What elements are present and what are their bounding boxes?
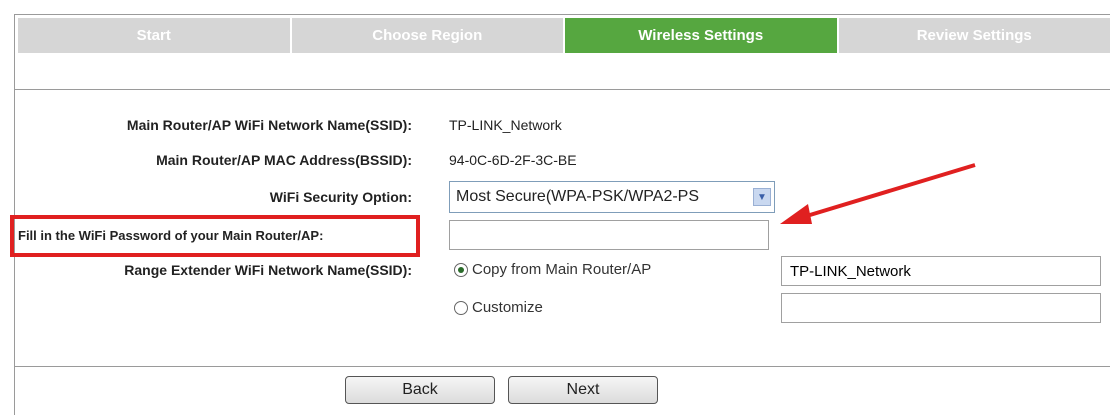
customize-radio[interactable] <box>454 301 468 315</box>
extender-ssid-label: Range Extender WiFi Network Name(SSID): <box>124 262 412 278</box>
customize-ssid-input[interactable] <box>781 293 1101 323</box>
ssid-value: TP-LINK_Network <box>449 117 562 133</box>
tab-wireless-settings: Wireless Settings <box>565 18 839 53</box>
back-button[interactable]: Back <box>345 376 495 404</box>
tab-choose-region: Choose Region <box>292 18 566 53</box>
chevron-down-icon[interactable]: ▼ <box>753 188 771 206</box>
copy-from-main-label[interactable]: Copy from Main Router/AP <box>472 261 651 278</box>
tab-start: Start <box>18 18 292 53</box>
security-option-select[interactable]: Most Secure(WPA-PSK/WPA2-PS ▼ <box>449 181 775 213</box>
security-option-label: WiFi Security Option: <box>270 189 412 205</box>
copy-ssid-input[interactable] <box>781 256 1101 286</box>
header-divider <box>14 89 1110 90</box>
password-label: Fill in the WiFi Password of your Main R… <box>18 228 323 243</box>
copy-from-main-radio[interactable] <box>454 263 468 277</box>
security-option-value: Most Secure(WPA-PSK/WPA2-PS <box>456 188 699 206</box>
customize-label[interactable]: Customize <box>472 299 543 316</box>
red-arrow-annotation <box>770 160 985 230</box>
mac-label: Main Router/AP MAC Address(BSSID): <box>156 152 412 168</box>
tab-review-settings: Review Settings <box>839 18 1110 53</box>
next-button[interactable]: Next <box>508 376 658 404</box>
mac-value: 94-0C-6D-2F-3C-BE <box>449 152 577 168</box>
footer-divider <box>14 366 1110 367</box>
password-input[interactable] <box>449 220 769 250</box>
ssid-label: Main Router/AP WiFi Network Name(SSID): <box>127 117 412 133</box>
wizard-steps: Start Choose Region Wireless Settings Re… <box>18 18 1110 53</box>
